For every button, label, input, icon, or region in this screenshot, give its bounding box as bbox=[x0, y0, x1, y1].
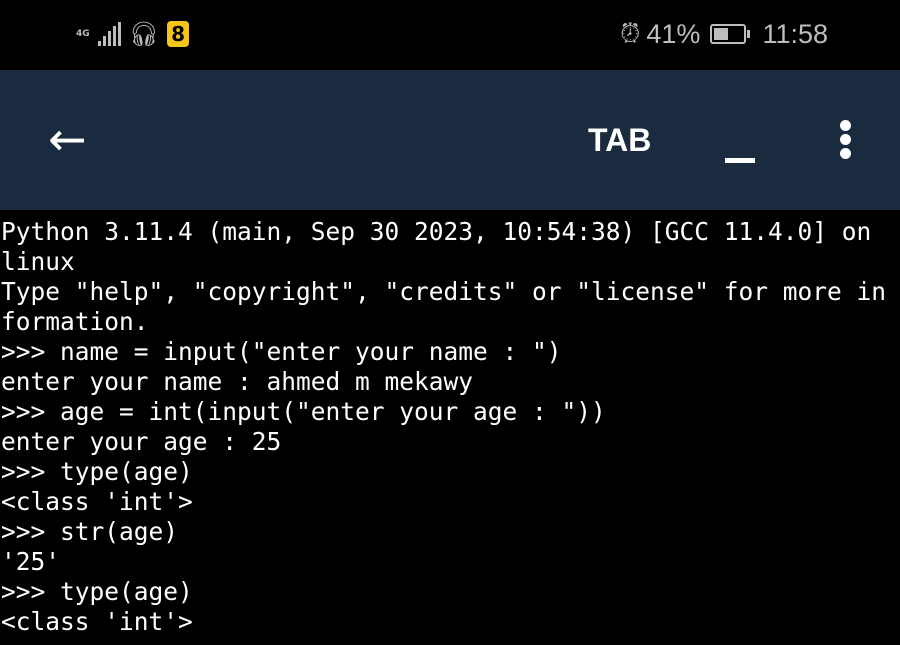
network-type: 4G bbox=[76, 28, 90, 39]
page-title: TAB bbox=[588, 122, 652, 158]
terminal-line: >>> name = input("enter your name : ") bbox=[1, 337, 562, 366]
terminal-line: <class 'int'> bbox=[1, 607, 193, 636]
terminal-line: >>> age = int(input("enter your age : ")… bbox=[1, 397, 606, 426]
terminal-line: '25' bbox=[1, 547, 61, 576]
terminal-line: Type "help", "copyright", "credits" or "… bbox=[1, 277, 887, 306]
app-notification-icon: 8 bbox=[167, 21, 190, 47]
minimize-icon[interactable] bbox=[725, 158, 755, 163]
terminal-line: enter your age : 25 bbox=[1, 427, 282, 456]
signal-icon bbox=[97, 22, 121, 46]
terminal-output[interactable]: Python 3.11.4 (main, Sep 30 2023, 10:54:… bbox=[1, 217, 900, 637]
terminal-line: >>> type(age) bbox=[1, 577, 193, 606]
status-bar: 4G 🎧︎ 8 ⏰︎ 41% 11:58 bbox=[0, 0, 900, 70]
more-vertical-icon[interactable] bbox=[836, 120, 854, 164]
terminal-line: linux bbox=[1, 247, 75, 276]
headset-icon: 🎧︎ bbox=[128, 20, 160, 48]
terminal-line: formation. bbox=[1, 307, 149, 336]
terminal-line: >>> str(age) bbox=[1, 517, 179, 546]
terminal-line: <class 'int'> bbox=[1, 487, 193, 516]
clock: 11:58 bbox=[762, 18, 828, 49]
battery-percent: 41% bbox=[646, 18, 701, 49]
terminal-line: Python 3.11.4 (main, Sep 30 2023, 10:54:… bbox=[1, 217, 872, 246]
battery-icon bbox=[710, 24, 751, 44]
alarm-icon: ⏰︎ bbox=[620, 18, 641, 48]
app-bar: ← TAB bbox=[0, 70, 900, 210]
arrow-left-icon[interactable]: ← bbox=[48, 116, 87, 162]
terminal-line: >>> type(age) bbox=[1, 457, 193, 486]
terminal-line: enter your name : ahmed m mekawy bbox=[1, 367, 474, 396]
